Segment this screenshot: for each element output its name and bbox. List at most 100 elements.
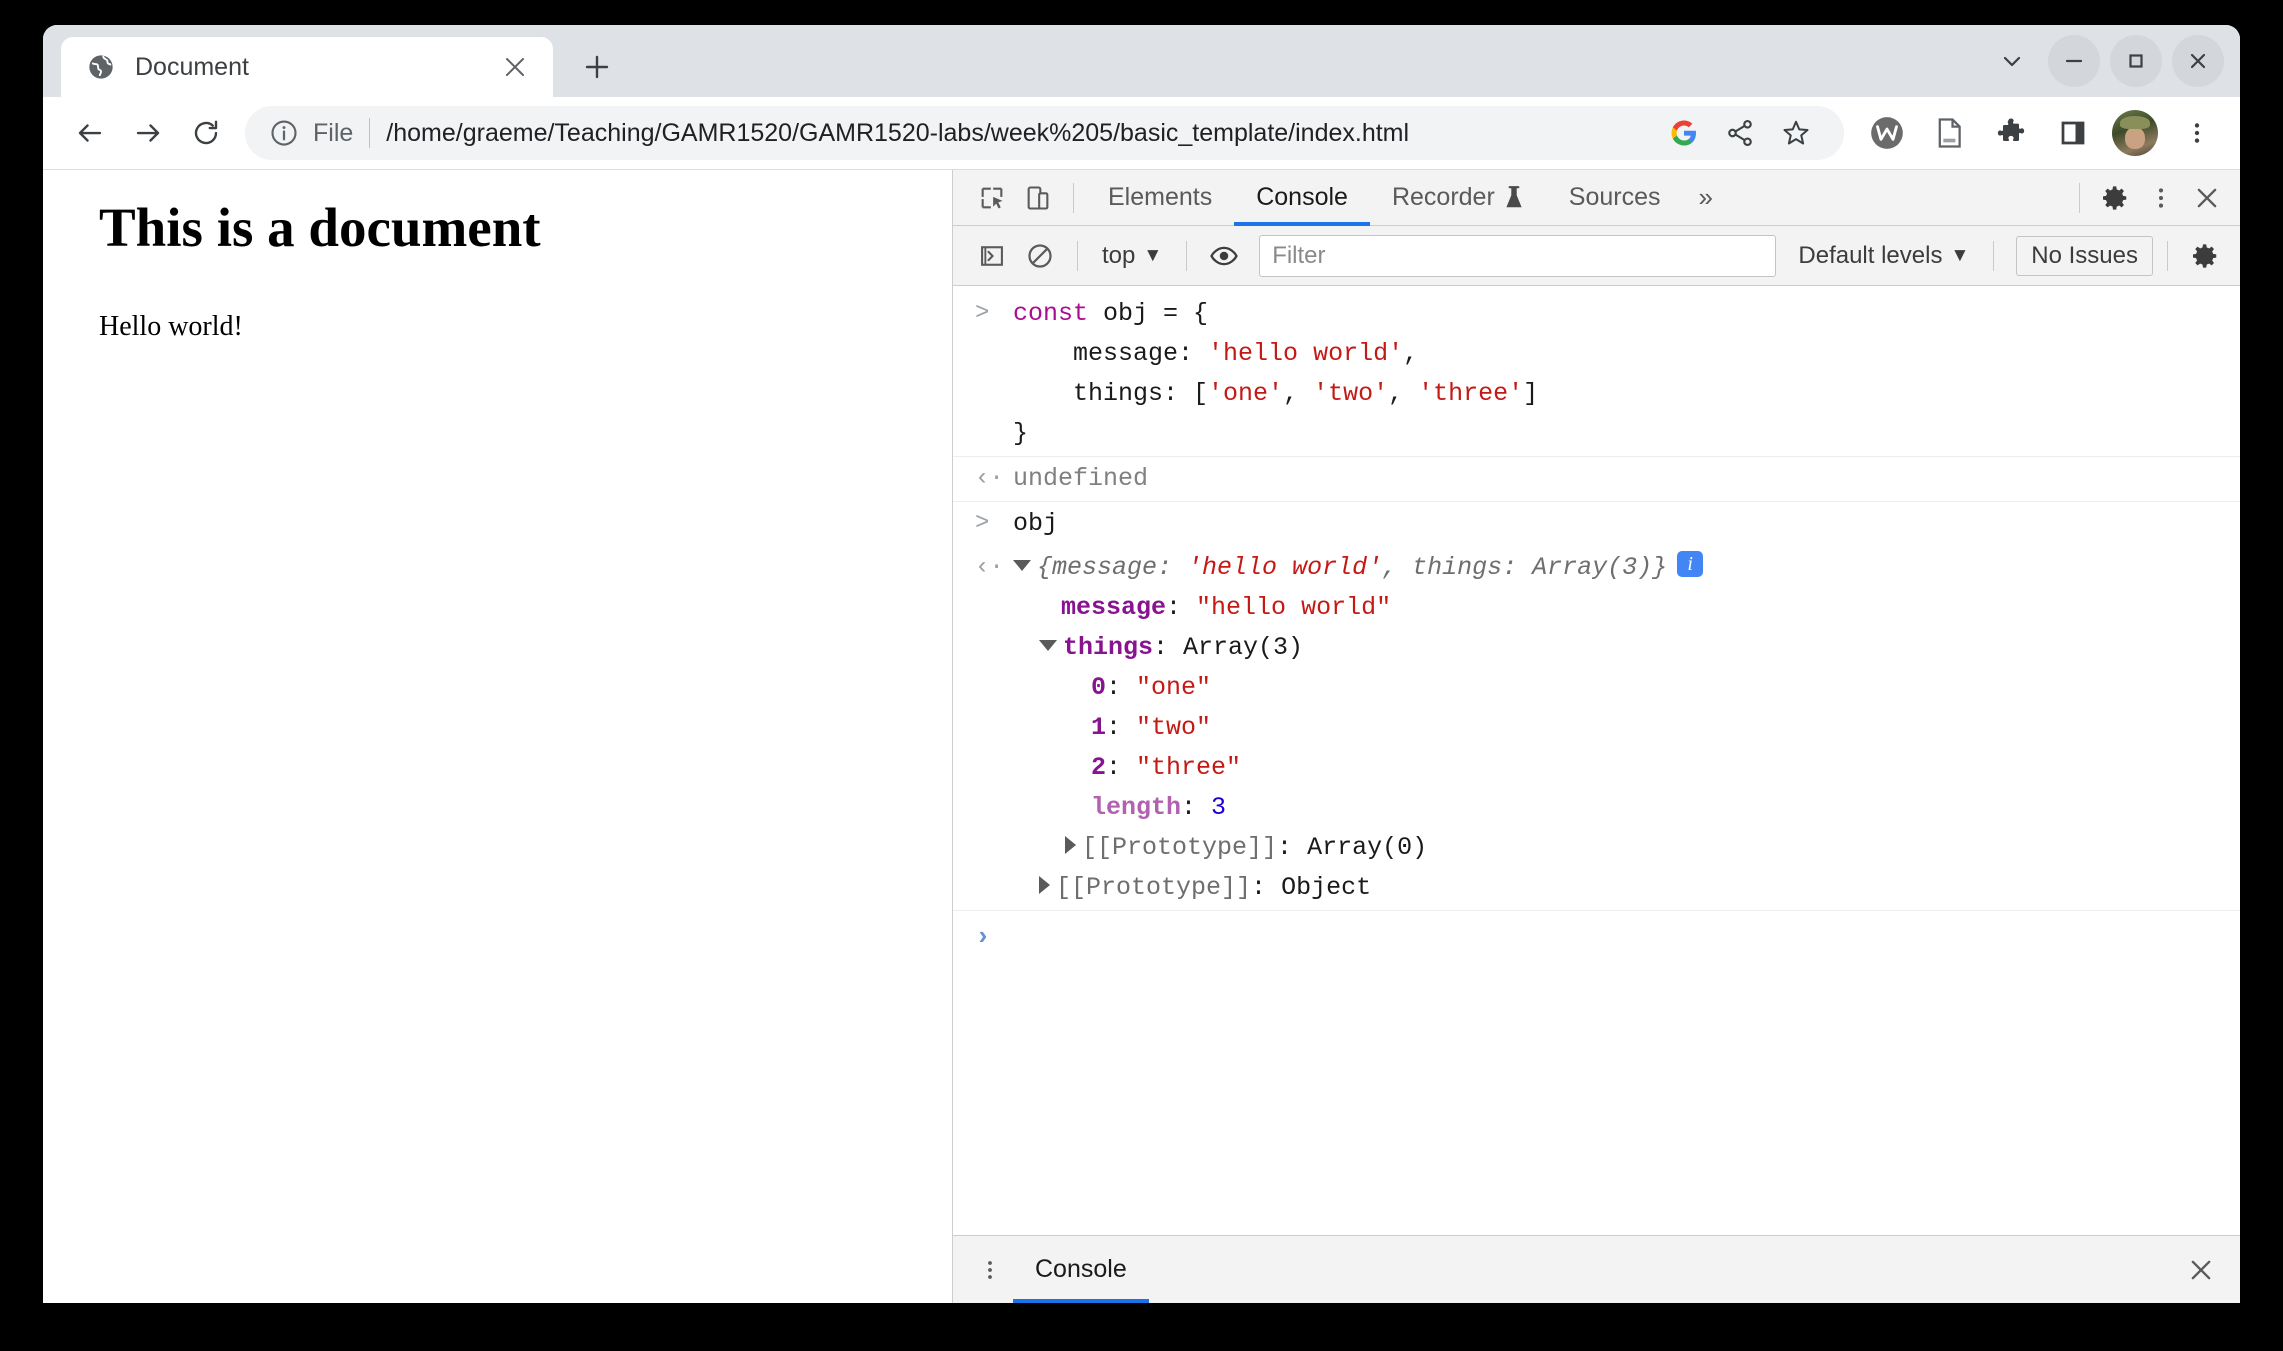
array-item-1[interactable]: 1: "two"	[1013, 713, 1211, 742]
content-area: This is a document Hello world! Elements…	[43, 169, 2240, 1303]
chevron-down-icon-levels: ▼	[1950, 244, 1970, 266]
console-toolbar-divider-4	[2167, 240, 2168, 271]
toolbar-divider	[1073, 182, 1074, 213]
devtools-more-tabs-icon[interactable]: »	[1683, 170, 1729, 226]
console-input-statement[interactable]: > const obj = { message: 'hello world', …	[953, 292, 2240, 456]
drawer-close-icon[interactable]	[2178, 1247, 2224, 1293]
omnibox-actions	[1658, 107, 1822, 159]
share-icon[interactable]	[1714, 107, 1766, 159]
devtools-panel: Elements Console Recorder Sources » top …	[952, 170, 2240, 1303]
array-prototype-row[interactable]: [[Prototype]]: Array(0)	[1013, 833, 1427, 862]
browser-tab-document[interactable]: Document	[61, 37, 553, 97]
tab-sources[interactable]: Sources	[1547, 170, 1683, 226]
clear-console-icon[interactable]	[1017, 233, 1063, 279]
console-prompt[interactable]: ›	[953, 910, 2240, 959]
omnibox-divider	[369, 118, 371, 148]
console-toolbar-divider-3	[1993, 240, 1995, 271]
tab-recorder-label: Recorder	[1391, 183, 1495, 211]
forward-icon[interactable]	[119, 104, 177, 162]
reload-icon[interactable]	[177, 104, 235, 162]
collapse-triangle-icon-array-proto[interactable]	[1065, 836, 1076, 855]
drawer-tab-console[interactable]: Console	[1013, 1236, 1149, 1303]
console-filter-input[interactable]	[1259, 234, 1777, 277]
devtools-more-options-icon[interactable]	[2138, 175, 2184, 221]
prop-row-things[interactable]: things: Array(3)	[1013, 633, 1303, 662]
prop-things-colon: :	[1153, 633, 1184, 662]
array-item-2[interactable]: 2: "three"	[1013, 753, 1241, 782]
keyword-const: const	[1013, 299, 1089, 328]
info-badge-icon[interactable]: i	[1677, 551, 1704, 578]
console-sidebar-icon[interactable]	[969, 233, 1015, 279]
close-icon[interactable]	[497, 49, 533, 85]
devtools-tabbar: Elements Console Recorder Sources »	[953, 170, 2240, 226]
close-devtools-icon[interactable]	[2184, 175, 2230, 221]
globe-icon	[87, 53, 115, 81]
prop-row-message[interactable]: message: "hello world"	[1013, 593, 1391, 622]
collapse-triangle-icon-object-proto[interactable]	[1039, 876, 1050, 895]
drawer-more-options-icon[interactable]	[967, 1247, 1013, 1293]
side-panel-icon[interactable]	[2044, 104, 2102, 162]
log-levels-selector[interactable]: Default levels ▼	[1788, 234, 1979, 278]
object-prototype-row[interactable]: [[Prototype]]: Object	[1013, 873, 1371, 902]
browser-menu-icon[interactable]	[2168, 104, 2226, 162]
execution-context-selector[interactable]: top ▼	[1092, 234, 1172, 278]
page-paragraph: Hello world!	[99, 310, 243, 342]
input-line3-string-2: 'two'	[1313, 379, 1389, 408]
console-output[interactable]: > const obj = { message: 'hello world', …	[953, 286, 2240, 1235]
object-prototype-name: [[Prototype]]	[1056, 873, 1252, 902]
input-line2-tail: ,	[1403, 339, 1419, 368]
expand-triangle-icon-things[interactable]	[1039, 639, 1057, 651]
console-settings-gear-icon[interactable]	[2182, 233, 2228, 279]
new-tab-button[interactable]	[573, 43, 621, 91]
window-controls	[1986, 35, 2224, 87]
array-item-0[interactable]: 0: "one"	[1013, 673, 1211, 702]
document-extension-icon[interactable]	[1920, 104, 1978, 162]
info-circle-icon[interactable]	[267, 116, 301, 150]
array-length-row[interactable]: length: 3	[1013, 793, 1226, 822]
device-toolbar-icon[interactable]	[1015, 175, 1061, 221]
array-value-0: "one"	[1136, 673, 1212, 702]
console-prompt-caret-icon: ›	[975, 922, 991, 952]
input-line1-rest: obj = {	[1088, 299, 1209, 328]
avatar[interactable]	[2106, 104, 2164, 162]
prop-message-colon: :	[1166, 593, 1197, 622]
minimize-window-button[interactable]	[2048, 35, 2100, 87]
input-line2-string: 'hello world'	[1208, 339, 1404, 368]
live-expression-eye-icon[interactable]	[1201, 233, 1247, 279]
tab-elements[interactable]: Elements	[1086, 170, 1234, 226]
input-line3-string-3: 'three'	[1418, 379, 1524, 408]
settings-gear-icon[interactable]	[2092, 175, 2138, 221]
maximize-window-button[interactable]	[2110, 35, 2162, 87]
google-lens-icon[interactable]	[1658, 107, 1710, 159]
close-window-button[interactable]	[2172, 35, 2224, 87]
browser-window: Document File /home/graeme/Teaching/GAMR…	[43, 25, 2240, 1303]
preview-brace-open: {	[1037, 553, 1053, 582]
back-icon[interactable]	[61, 104, 119, 162]
input-line3-comma-2: ,	[1388, 379, 1419, 408]
address-bar[interactable]: File /home/graeme/Teaching/GAMR1520/GAMR…	[245, 106, 1844, 160]
wallet-extension-icon[interactable]	[1858, 104, 1916, 162]
bookmark-star-icon[interactable]	[1770, 107, 1822, 159]
tab-search-chevron-down-icon[interactable]	[1986, 35, 2038, 87]
object-prototype-colon: :	[1251, 873, 1282, 902]
tab-console[interactable]: Console	[1234, 170, 1370, 226]
page-title: This is a document	[99, 197, 541, 258]
url-text: /home/graeme/Teaching/GAMR1520/GAMR1520-…	[386, 118, 1410, 147]
array-length-value: 3	[1211, 793, 1227, 822]
toolbar-divider-right	[2079, 182, 2080, 213]
expand-triangle-icon-object[interactable]	[1013, 559, 1031, 571]
array-index-2: 2	[1091, 753, 1107, 782]
tab-console-label: Console	[1256, 183, 1348, 211]
input-line3-comma-1: ,	[1283, 379, 1314, 408]
preview-separator: ,	[1382, 553, 1413, 582]
preview-value-message: 'hello world'	[1187, 553, 1383, 582]
drawer-tab-console-label: Console	[1035, 1255, 1127, 1283]
puzzle-extensions-icon[interactable]	[1982, 104, 2040, 162]
inspect-element-icon[interactable]	[969, 175, 1015, 221]
array-index-0: 0	[1091, 673, 1107, 702]
tab-recorder[interactable]: Recorder	[1370, 170, 1547, 226]
issues-button[interactable]: No Issues	[2016, 235, 2153, 276]
preview-brace-close: }	[1652, 553, 1668, 582]
console-input-obj[interactable]: > obj	[953, 502, 2240, 546]
array-prototype-value: Array(0)	[1307, 833, 1428, 862]
